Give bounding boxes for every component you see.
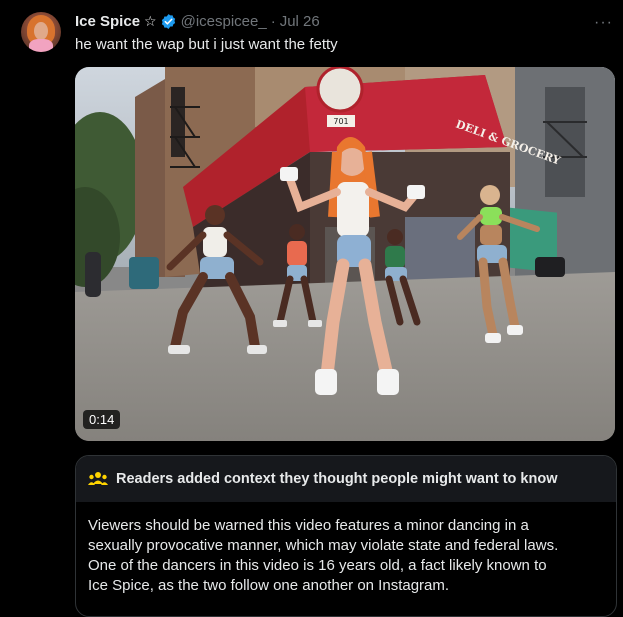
people-icon (88, 471, 108, 487)
handle[interactable]: @icespicee_ (181, 13, 267, 30)
community-note: Readers added context they thought peopl… (75, 455, 617, 617)
community-note-title: Readers added context they thought peopl… (116, 471, 558, 487)
note-line: Ice Spice, as the two follow one another… (88, 577, 450, 594)
community-note-header[interactable]: Readers added context they thought peopl… (76, 456, 616, 502)
community-note-body: Viewers should be warned this video feat… (76, 502, 616, 596)
svg-text:701: 701 (333, 117, 348, 126)
post-header: Ice Spice ☆ @icespicee_ · Jul 26 (75, 11, 320, 31)
separator: · (270, 12, 276, 30)
note-line: Viewers should be warned this video feat… (88, 517, 529, 534)
verified-badge-icon[interactable] (160, 13, 177, 30)
note-line: sexually provocative manner, which may v… (88, 537, 559, 554)
avatar[interactable] (21, 12, 61, 52)
video-duration: 0:14 (83, 410, 121, 429)
timestamp[interactable]: Jul 26 (280, 13, 320, 30)
more-options-icon[interactable]: ··· (594, 14, 613, 32)
display-name[interactable]: Ice Spice (75, 13, 140, 30)
post: Ice Spice ☆ @icespicee_ · Jul 26 ··· he … (0, 0, 623, 617)
star-icon: ☆ (144, 12, 157, 29)
video-player[interactable]: 701 DELI & GROCERY 0:14 (75, 67, 615, 441)
video-frame: 701 DELI & GROCERY (75, 67, 615, 441)
note-line: One of the dancers in this video is 16 y… (88, 557, 547, 574)
tweet-text: he want the wap but i just want the fett… (75, 36, 338, 53)
